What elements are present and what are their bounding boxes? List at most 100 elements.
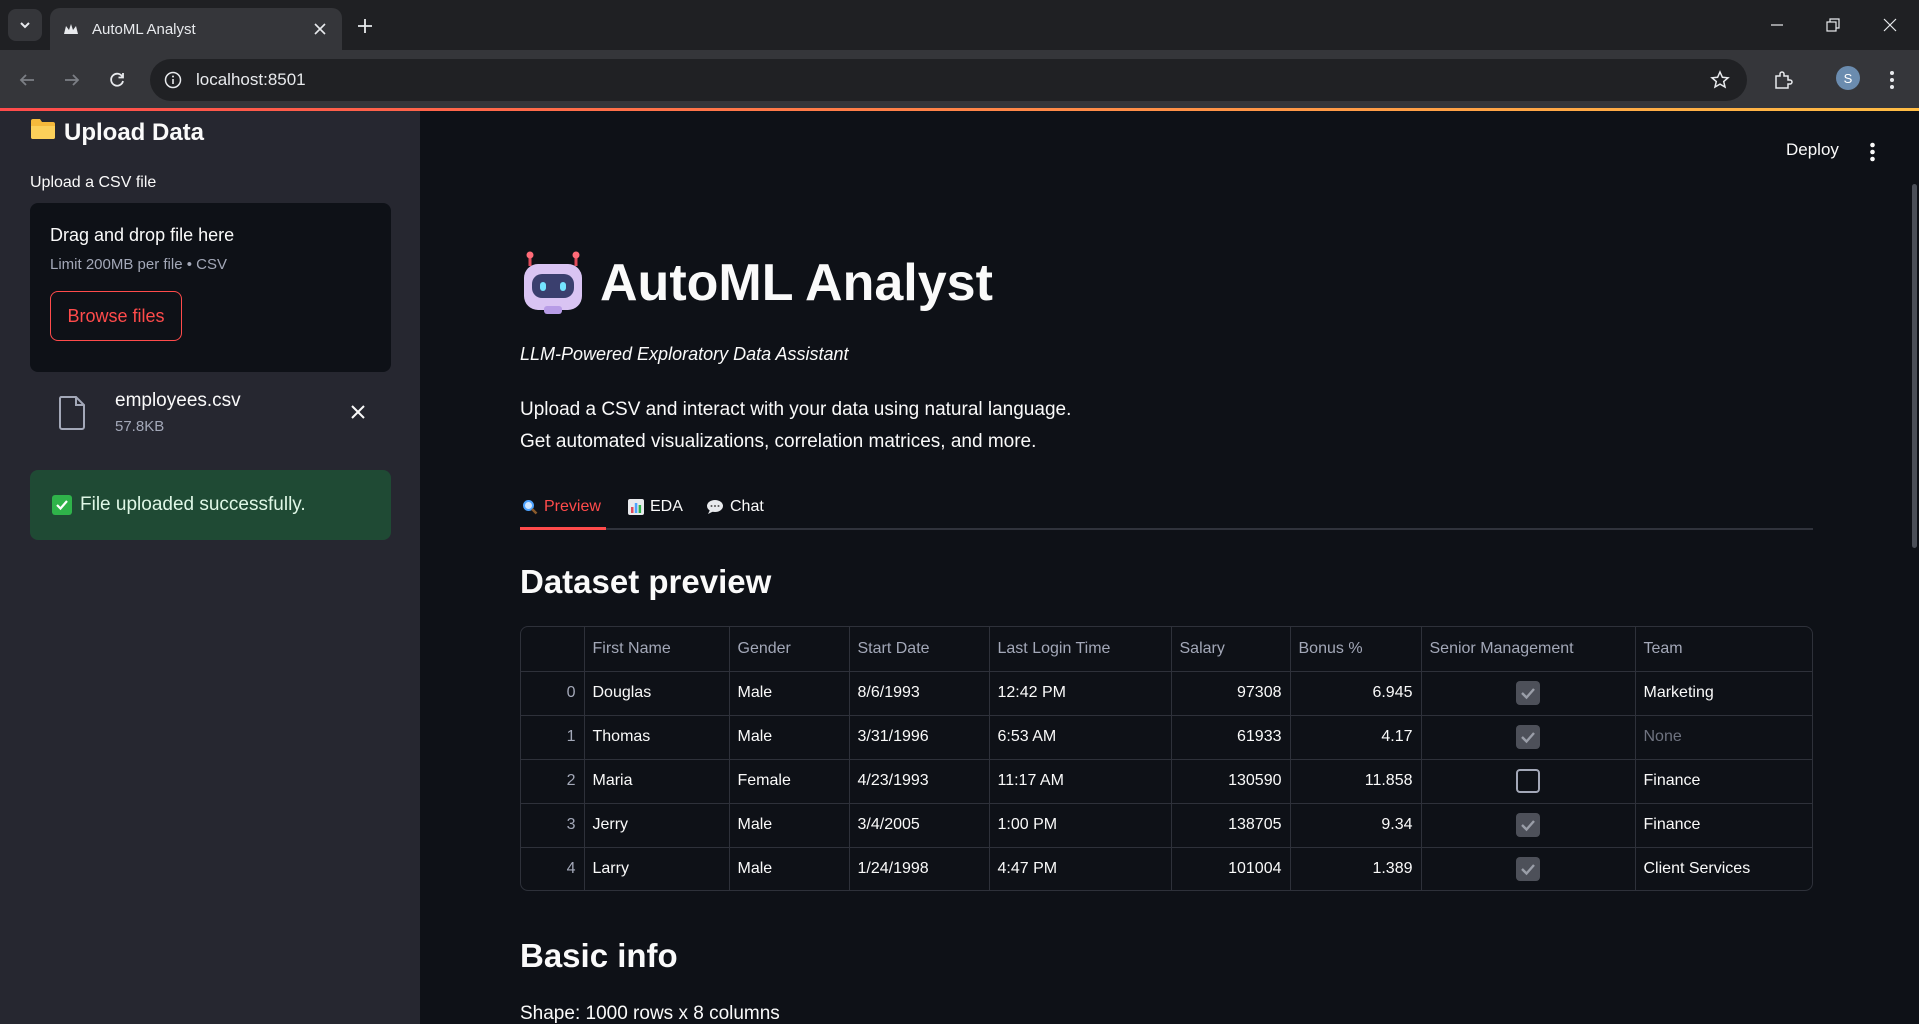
row-index[interactable]: 4 xyxy=(521,847,585,890)
table-cell[interactable]: 138705 xyxy=(1171,803,1291,848)
tab-search-button[interactable] xyxy=(8,9,42,41)
table-cell[interactable]: Male xyxy=(729,847,850,890)
table-row: 3 Jerry Male 3/4/2005 1:00 PM 138705 9.34 Finan… xyxy=(521,803,1812,848)
tab-preview[interactable]: Preview xyxy=(522,492,601,522)
success-message: File uploaded successfully. xyxy=(80,494,306,515)
table-cell[interactable] xyxy=(1421,803,1636,848)
table-cell[interactable]: 61933 xyxy=(1171,715,1291,760)
table-cell[interactable]: 3/31/1996 xyxy=(849,715,990,760)
streamlit-favicon-icon xyxy=(62,20,80,38)
table-cell[interactable]: Male xyxy=(729,803,850,848)
table-cell[interactable]: Thomas xyxy=(584,715,730,760)
table-cell[interactable]: Jerry xyxy=(584,803,730,848)
profile-avatar[interactable]: S xyxy=(1836,66,1860,90)
table-cell[interactable]: Male xyxy=(729,715,850,760)
new-tab-button[interactable] xyxy=(352,13,378,39)
table-header-row: First Name Gender Start Date Last Login … xyxy=(521,627,1812,672)
page-title: AutoML Analyst xyxy=(600,254,993,312)
bar-chart-icon xyxy=(628,499,644,515)
table-cell[interactable]: Douglas xyxy=(584,671,730,716)
table-row: 2 Maria Female 4/23/1993 11:17 AM 130590 11.85… xyxy=(521,759,1812,804)
table-cell[interactable]: 8/6/1993 xyxy=(849,671,990,716)
row-index[interactable]: 2 xyxy=(521,759,585,804)
table-cell[interactable]: 4:47 PM xyxy=(989,847,1172,890)
column-header[interactable]: First Name xyxy=(584,627,730,672)
app-menu-button[interactable] xyxy=(1862,140,1882,164)
browser-tab[interactable]: AutoML Analyst xyxy=(50,8,342,50)
table-cell[interactable]: 12:42 PM xyxy=(989,671,1172,716)
table-cell[interactable]: 9.34 xyxy=(1290,803,1422,848)
url-text[interactable]: localhost:8501 xyxy=(196,70,1705,90)
table-cell[interactable]: 130590 xyxy=(1171,759,1291,804)
remove-file-button[interactable] xyxy=(346,400,370,424)
deploy-button[interactable]: Deploy xyxy=(1786,140,1839,160)
address-bar[interactable]: localhost:8501 xyxy=(150,59,1747,101)
folder-icon xyxy=(30,118,56,147)
table-cell[interactable]: Female xyxy=(729,759,850,804)
dropzone-title: Drag and drop file here xyxy=(50,225,235,245)
table-cell[interactable]: Finance xyxy=(1635,803,1812,848)
active-tab-indicator xyxy=(520,527,606,530)
table-cell[interactable]: Client Services xyxy=(1635,847,1812,890)
table-cell[interactable]: 1:00 PM xyxy=(989,803,1172,848)
column-header[interactable]: Senior Management xyxy=(1421,627,1636,672)
column-header[interactable] xyxy=(521,627,585,672)
tab-eda[interactable]: EDA xyxy=(628,492,683,522)
table-cell[interactable]: 6:53 AM xyxy=(989,715,1172,760)
bookmark-star-icon[interactable] xyxy=(1705,65,1735,95)
table-cell[interactable]: 97308 xyxy=(1171,671,1291,716)
column-header[interactable]: Salary xyxy=(1171,627,1291,672)
arrow-right-icon xyxy=(65,74,80,86)
main-tabs: Preview EDA Chat xyxy=(520,484,1813,530)
sidebar-title: Upload Data xyxy=(64,118,205,146)
table-cell[interactable] xyxy=(1421,671,1636,716)
close-tab-icon[interactable] xyxy=(310,19,330,39)
browser-menu-button[interactable] xyxy=(1880,65,1904,95)
table-cell[interactable]: 101004 xyxy=(1171,847,1291,890)
main-scrollbar[interactable] xyxy=(1912,184,1917,548)
dataframe[interactable]: First Name Gender Start Date Last Login … xyxy=(520,626,1813,891)
column-header[interactable]: Team xyxy=(1635,627,1812,672)
table-cell[interactable]: 4/23/1993 xyxy=(849,759,990,804)
minimize-button[interactable] xyxy=(1762,10,1792,40)
extensions-button[interactable] xyxy=(1768,65,1798,95)
tab-chat[interactable]: Chat xyxy=(706,492,764,522)
column-header[interactable]: Last Login Time xyxy=(989,627,1172,672)
table-cell[interactable]: 11.858 xyxy=(1290,759,1422,804)
row-index[interactable]: 0 xyxy=(521,671,585,716)
table-cell[interactable] xyxy=(1421,847,1636,890)
row-index[interactable]: 1 xyxy=(521,715,585,760)
column-header[interactable]: Bonus % xyxy=(1290,627,1422,672)
table-cell[interactable]: Larry xyxy=(584,847,730,890)
column-header[interactable]: Gender xyxy=(729,627,850,672)
table-cell[interactable]: 1.389 xyxy=(1290,847,1422,890)
intro-line-2: Get automated visualizations, correlatio… xyxy=(520,431,1037,452)
dropzone-limit: Limit 200MB per file • CSV xyxy=(50,256,227,273)
table-cell[interactable]: 11:17 AM xyxy=(989,759,1172,804)
table-cell[interactable]: Finance xyxy=(1635,759,1812,804)
table-cell[interactable]: Male xyxy=(729,671,850,716)
checked-checkbox-icon xyxy=(1516,857,1540,882)
row-index[interactable]: 3 xyxy=(521,803,585,848)
site-info-icon[interactable] xyxy=(164,71,182,89)
table-cell[interactable]: 6.945 xyxy=(1290,671,1422,716)
chevron-down-icon xyxy=(20,22,30,29)
forward-button[interactable] xyxy=(57,65,87,95)
table-cell[interactable]: 1/24/1998 xyxy=(849,847,990,890)
table-cell[interactable]: Maria xyxy=(584,759,730,804)
plus-icon xyxy=(358,19,372,33)
reload-button[interactable] xyxy=(102,65,132,95)
back-button[interactable] xyxy=(12,65,42,95)
file-dropzone[interactable]: Drag and drop file here Limit 200MB per … xyxy=(30,203,391,372)
close-window-button[interactable] xyxy=(1875,10,1905,40)
table-cell[interactable] xyxy=(1421,759,1636,804)
table-cell[interactable]: Marketing xyxy=(1635,671,1812,716)
table-cell[interactable]: 3/4/2005 xyxy=(849,803,990,848)
tab-title: AutoML Analyst xyxy=(92,20,196,38)
browse-files-button[interactable]: Browse files xyxy=(50,291,182,341)
table-cell[interactable] xyxy=(1421,715,1636,760)
table-cell[interactable]: 4.17 xyxy=(1290,715,1422,760)
column-header[interactable]: Start Date xyxy=(849,627,990,672)
restore-button[interactable] xyxy=(1818,10,1848,40)
table-cell[interactable]: None xyxy=(1635,715,1812,760)
